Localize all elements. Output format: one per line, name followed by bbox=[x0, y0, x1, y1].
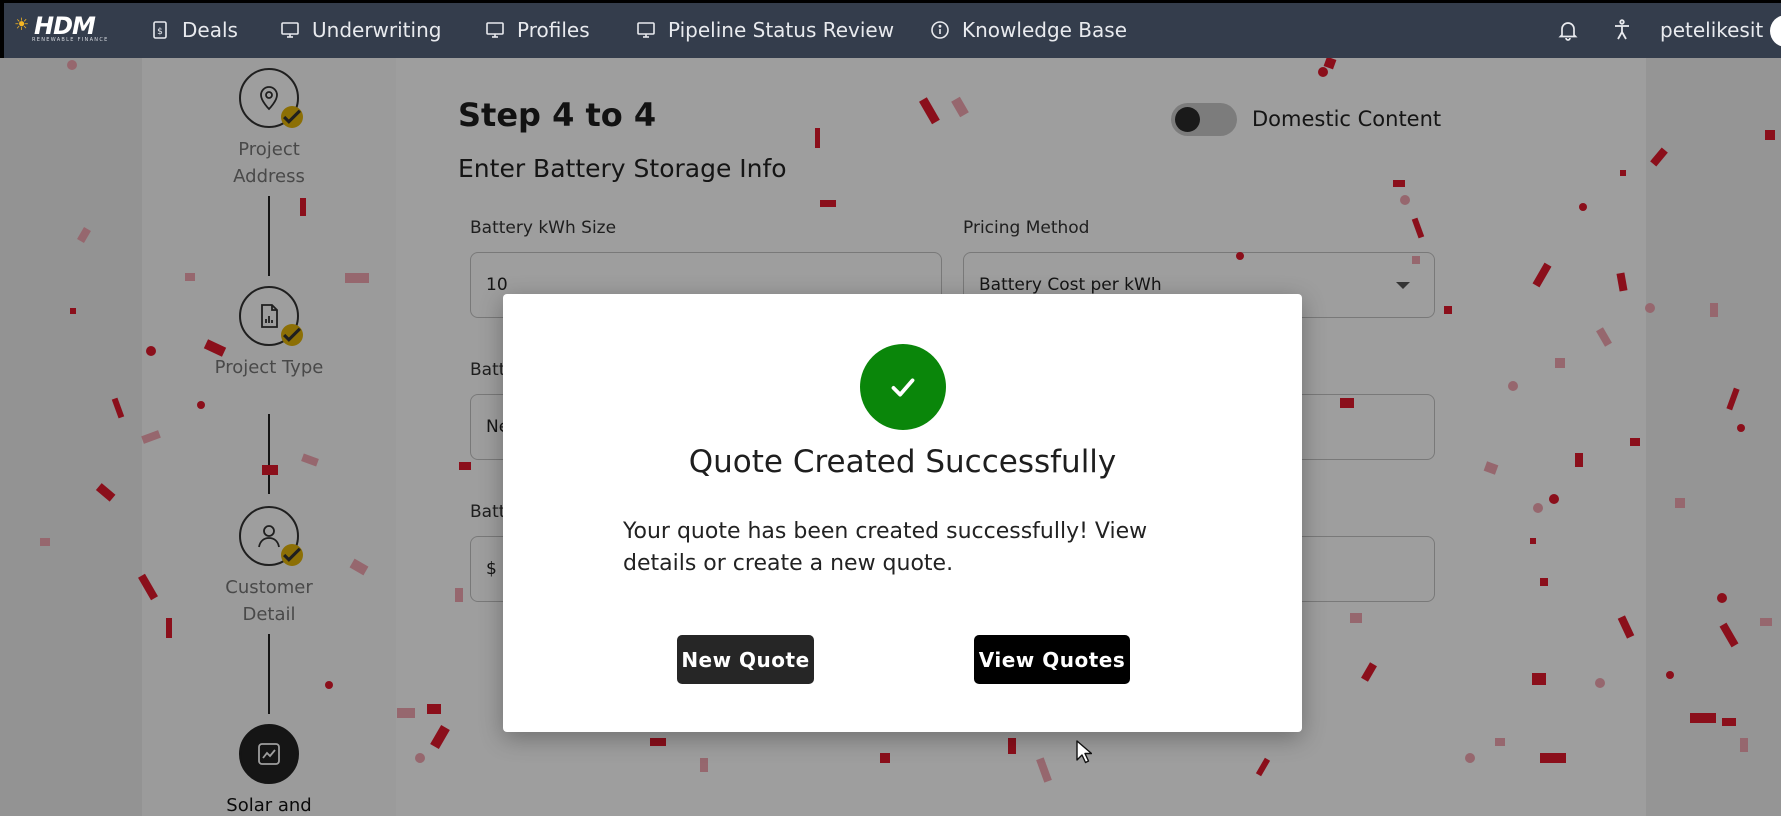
nav-item-profiles[interactable]: Profiles bbox=[485, 17, 590, 43]
mouse-cursor-icon bbox=[1076, 740, 1092, 764]
nav-label-profiles: Profiles bbox=[517, 18, 590, 42]
nav-label-knowledge-base: Knowledge Base bbox=[962, 18, 1127, 42]
accessibility-icon[interactable] bbox=[1610, 18, 1634, 42]
svg-text:$: $ bbox=[157, 27, 163, 37]
nav-item-knowledge-base[interactable]: Knowledge Base bbox=[930, 17, 1127, 43]
quote-success-dialog: Quote Created Successfully Your quote ha… bbox=[503, 294, 1302, 732]
nav-label-pipeline: Pipeline Status Review bbox=[668, 18, 895, 42]
nav-label-underwriting: Underwriting bbox=[312, 18, 442, 42]
logo-text: HDM bbox=[34, 12, 96, 40]
view-quotes-button[interactable]: View Quotes bbox=[974, 635, 1130, 684]
nav-label-deals: Deals bbox=[182, 18, 238, 42]
monitor-icon bbox=[281, 22, 299, 38]
sun-icon: ☀ bbox=[14, 15, 30, 35]
bell-icon[interactable] bbox=[1556, 18, 1580, 42]
username[interactable]: petelikesit bbox=[1660, 18, 1763, 42]
info-icon bbox=[931, 21, 949, 39]
monitor-icon bbox=[637, 22, 655, 38]
hdm-logo[interactable]: ☀ HDM RENEWABLE FINANCE bbox=[14, 12, 118, 43]
dialog-title: Quote Created Successfully bbox=[688, 444, 1117, 480]
avatar[interactable] bbox=[1770, 15, 1781, 47]
dialog-message: Your quote has been created successfully… bbox=[623, 519, 1148, 576]
nav-item-underwriting[interactable]: Underwriting bbox=[280, 17, 441, 43]
dollar-doc-icon: $ bbox=[153, 21, 167, 39]
success-check-icon bbox=[860, 344, 946, 430]
logo-subtext: RENEWABLE FINANCE bbox=[32, 37, 109, 43]
nav-item-pipeline-status-review[interactable]: Pipeline Status Review bbox=[636, 17, 894, 43]
top-nav: ☀ HDM RENEWABLE FINANCE $ Deals Underwri… bbox=[0, 0, 1781, 58]
monitor-icon bbox=[486, 22, 504, 38]
nav-item-deals[interactable]: $ Deals bbox=[150, 17, 238, 43]
new-quote-button[interactable]: New Quote bbox=[677, 635, 814, 684]
